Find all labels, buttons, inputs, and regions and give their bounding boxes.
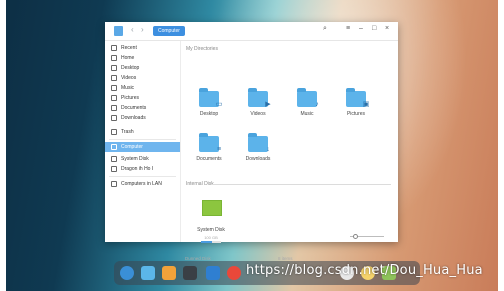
home-icon: [111, 55, 117, 61]
launcher-icon[interactable]: [120, 266, 134, 280]
sidebar-divider: [109, 176, 176, 177]
sidebar-item-label: Computers in LAN: [121, 181, 162, 187]
zoom-slider-knob[interactable]: [353, 234, 358, 239]
network-icon: [111, 181, 117, 187]
maximize-icon[interactable]: □: [372, 25, 376, 32]
trash-icon: [111, 129, 117, 135]
disk-icon: [111, 156, 117, 162]
desktop-icon: [111, 65, 117, 71]
folder-desktop[interactable]: ▭ Desktop: [189, 85, 229, 125]
sidebar-item-trash[interactable]: Trash: [105, 127, 180, 137]
download-icon: [111, 115, 117, 121]
computer-icon: [111, 144, 117, 150]
media-icon[interactable]: [206, 266, 220, 280]
desktop-folder-icon: ▭: [199, 88, 222, 108]
zoom-slider[interactable]: [350, 234, 384, 239]
section-label-internal-disk: Internal Disk: [186, 181, 214, 187]
system-disk-icon[interactable]: [202, 200, 222, 216]
sidebar-item-drive[interactable]: Dragon ih Ho I: [105, 164, 180, 174]
browser-icon[interactable]: [227, 266, 241, 280]
picture-icon: [111, 95, 117, 101]
music-icon: [111, 85, 117, 91]
sidebar-item-label: Recent: [121, 45, 137, 51]
sidebar-item-label: Trash: [121, 129, 134, 135]
sidebar-item-desktop[interactable]: Desktop: [105, 63, 180, 73]
sidebar-item-label: Desktop: [121, 65, 140, 71]
file-manager-icon[interactable]: [141, 266, 155, 280]
file-manager-app-icon: [114, 26, 123, 36]
system-disk-name: System Disk: [197, 227, 225, 233]
video-icon: [111, 75, 117, 81]
terminal-icon[interactable]: [183, 266, 197, 280]
sidebar-item-computers-in-lan[interactable]: Computers in LAN: [105, 179, 180, 189]
folder-music[interactable]: ♪ Music: [287, 85, 327, 125]
drive-icon: [111, 166, 117, 172]
sidebar-item-label: Music: [121, 85, 135, 91]
picture-folder-icon: ▣: [346, 88, 369, 108]
sidebar-divider: [109, 139, 176, 140]
video-folder-icon: ▶: [248, 88, 271, 108]
forward-arrow-icon[interactable]: ›: [141, 25, 144, 34]
minimize-icon[interactable]: –: [359, 25, 363, 32]
sidebar-item-computer[interactable]: Computer: [105, 142, 180, 152]
back-arrow-icon[interactable]: ‹: [131, 25, 134, 34]
sidebar-item-home[interactable]: Home: [105, 53, 180, 63]
search-icon[interactable]: ⌕: [323, 25, 327, 33]
clock-icon: [111, 45, 117, 51]
section-divider: [211, 184, 391, 185]
folder-name: Videos: [250, 111, 266, 117]
sidebar-item-label: Videos: [121, 75, 137, 81]
music-folder-icon: ♪: [297, 88, 319, 108]
watermark-text: https://blog.csdn.net/Dou_Hua_Hua: [246, 263, 483, 278]
sidebar-item-label: Pictures: [121, 95, 140, 101]
folder-name: Documents: [196, 156, 222, 162]
sidebar-item-recent[interactable]: Recent: [105, 43, 180, 53]
menu-icon[interactable]: ≡: [346, 25, 350, 32]
titlebar: ‹ › Computer ⌕ ≡ – □ ×: [105, 22, 398, 41]
document-folder-icon: ≡: [199, 133, 221, 153]
sidebar-item-label: Home: [121, 55, 135, 61]
sidebar-item-pictures[interactable]: Pictures: [105, 93, 180, 103]
folder-name: Music: [300, 111, 314, 117]
sidebar-item-documents[interactable]: Documents: [105, 103, 180, 113]
sidebar-item-music[interactable]: Music: [105, 83, 180, 93]
folder-name: Downloads: [245, 156, 271, 162]
sidebar: Recent Home Desktop Videos Music Picture…: [105, 41, 181, 242]
folder-name: Desktop: [199, 111, 219, 117]
download-folder-icon: ↓: [248, 133, 270, 153]
close-icon[interactable]: ×: [385, 25, 389, 32]
system-disk-usage-bar: [201, 241, 221, 243]
sidebar-item-label: Documents: [121, 105, 147, 111]
sidebar-item-system-disk[interactable]: System Disk: [105, 154, 180, 164]
document-icon: [111, 105, 117, 111]
sidebar-item-label: Dragon ih Ho I: [121, 166, 154, 172]
system-disk-usage-fill: [201, 241, 212, 243]
folder-pictures[interactable]: ▣ Pictures: [336, 85, 376, 125]
section-label-directories: My Directories: [186, 46, 218, 52]
folder-name: Pictures: [346, 111, 366, 117]
system-disk-size: 100 GB: [204, 235, 218, 240]
file-manager-window: ‹ › Computer ⌕ ≡ – □ × Recent Home Deskt…: [105, 22, 398, 261]
app-store-icon[interactable]: [162, 266, 176, 280]
sidebar-item-label: Downloads: [121, 115, 146, 121]
folder-videos[interactable]: ▶ Videos: [238, 85, 278, 125]
sidebar-item-label: Computer: [121, 144, 143, 150]
sidebar-item-videos[interactable]: Videos: [105, 73, 180, 83]
folder-documents[interactable]: ≡ Documents: [189, 130, 229, 170]
sidebar-item-downloads[interactable]: Downloads: [105, 113, 180, 123]
breadcrumb-computer[interactable]: Computer: [153, 26, 185, 36]
folder-downloads[interactable]: ↓ Downloads: [238, 130, 278, 170]
desktop-wallpaper: ‹ › Computer ⌕ ≡ – □ × Recent Home Deskt…: [6, 0, 498, 291]
sidebar-item-label: System Disk: [121, 156, 149, 162]
